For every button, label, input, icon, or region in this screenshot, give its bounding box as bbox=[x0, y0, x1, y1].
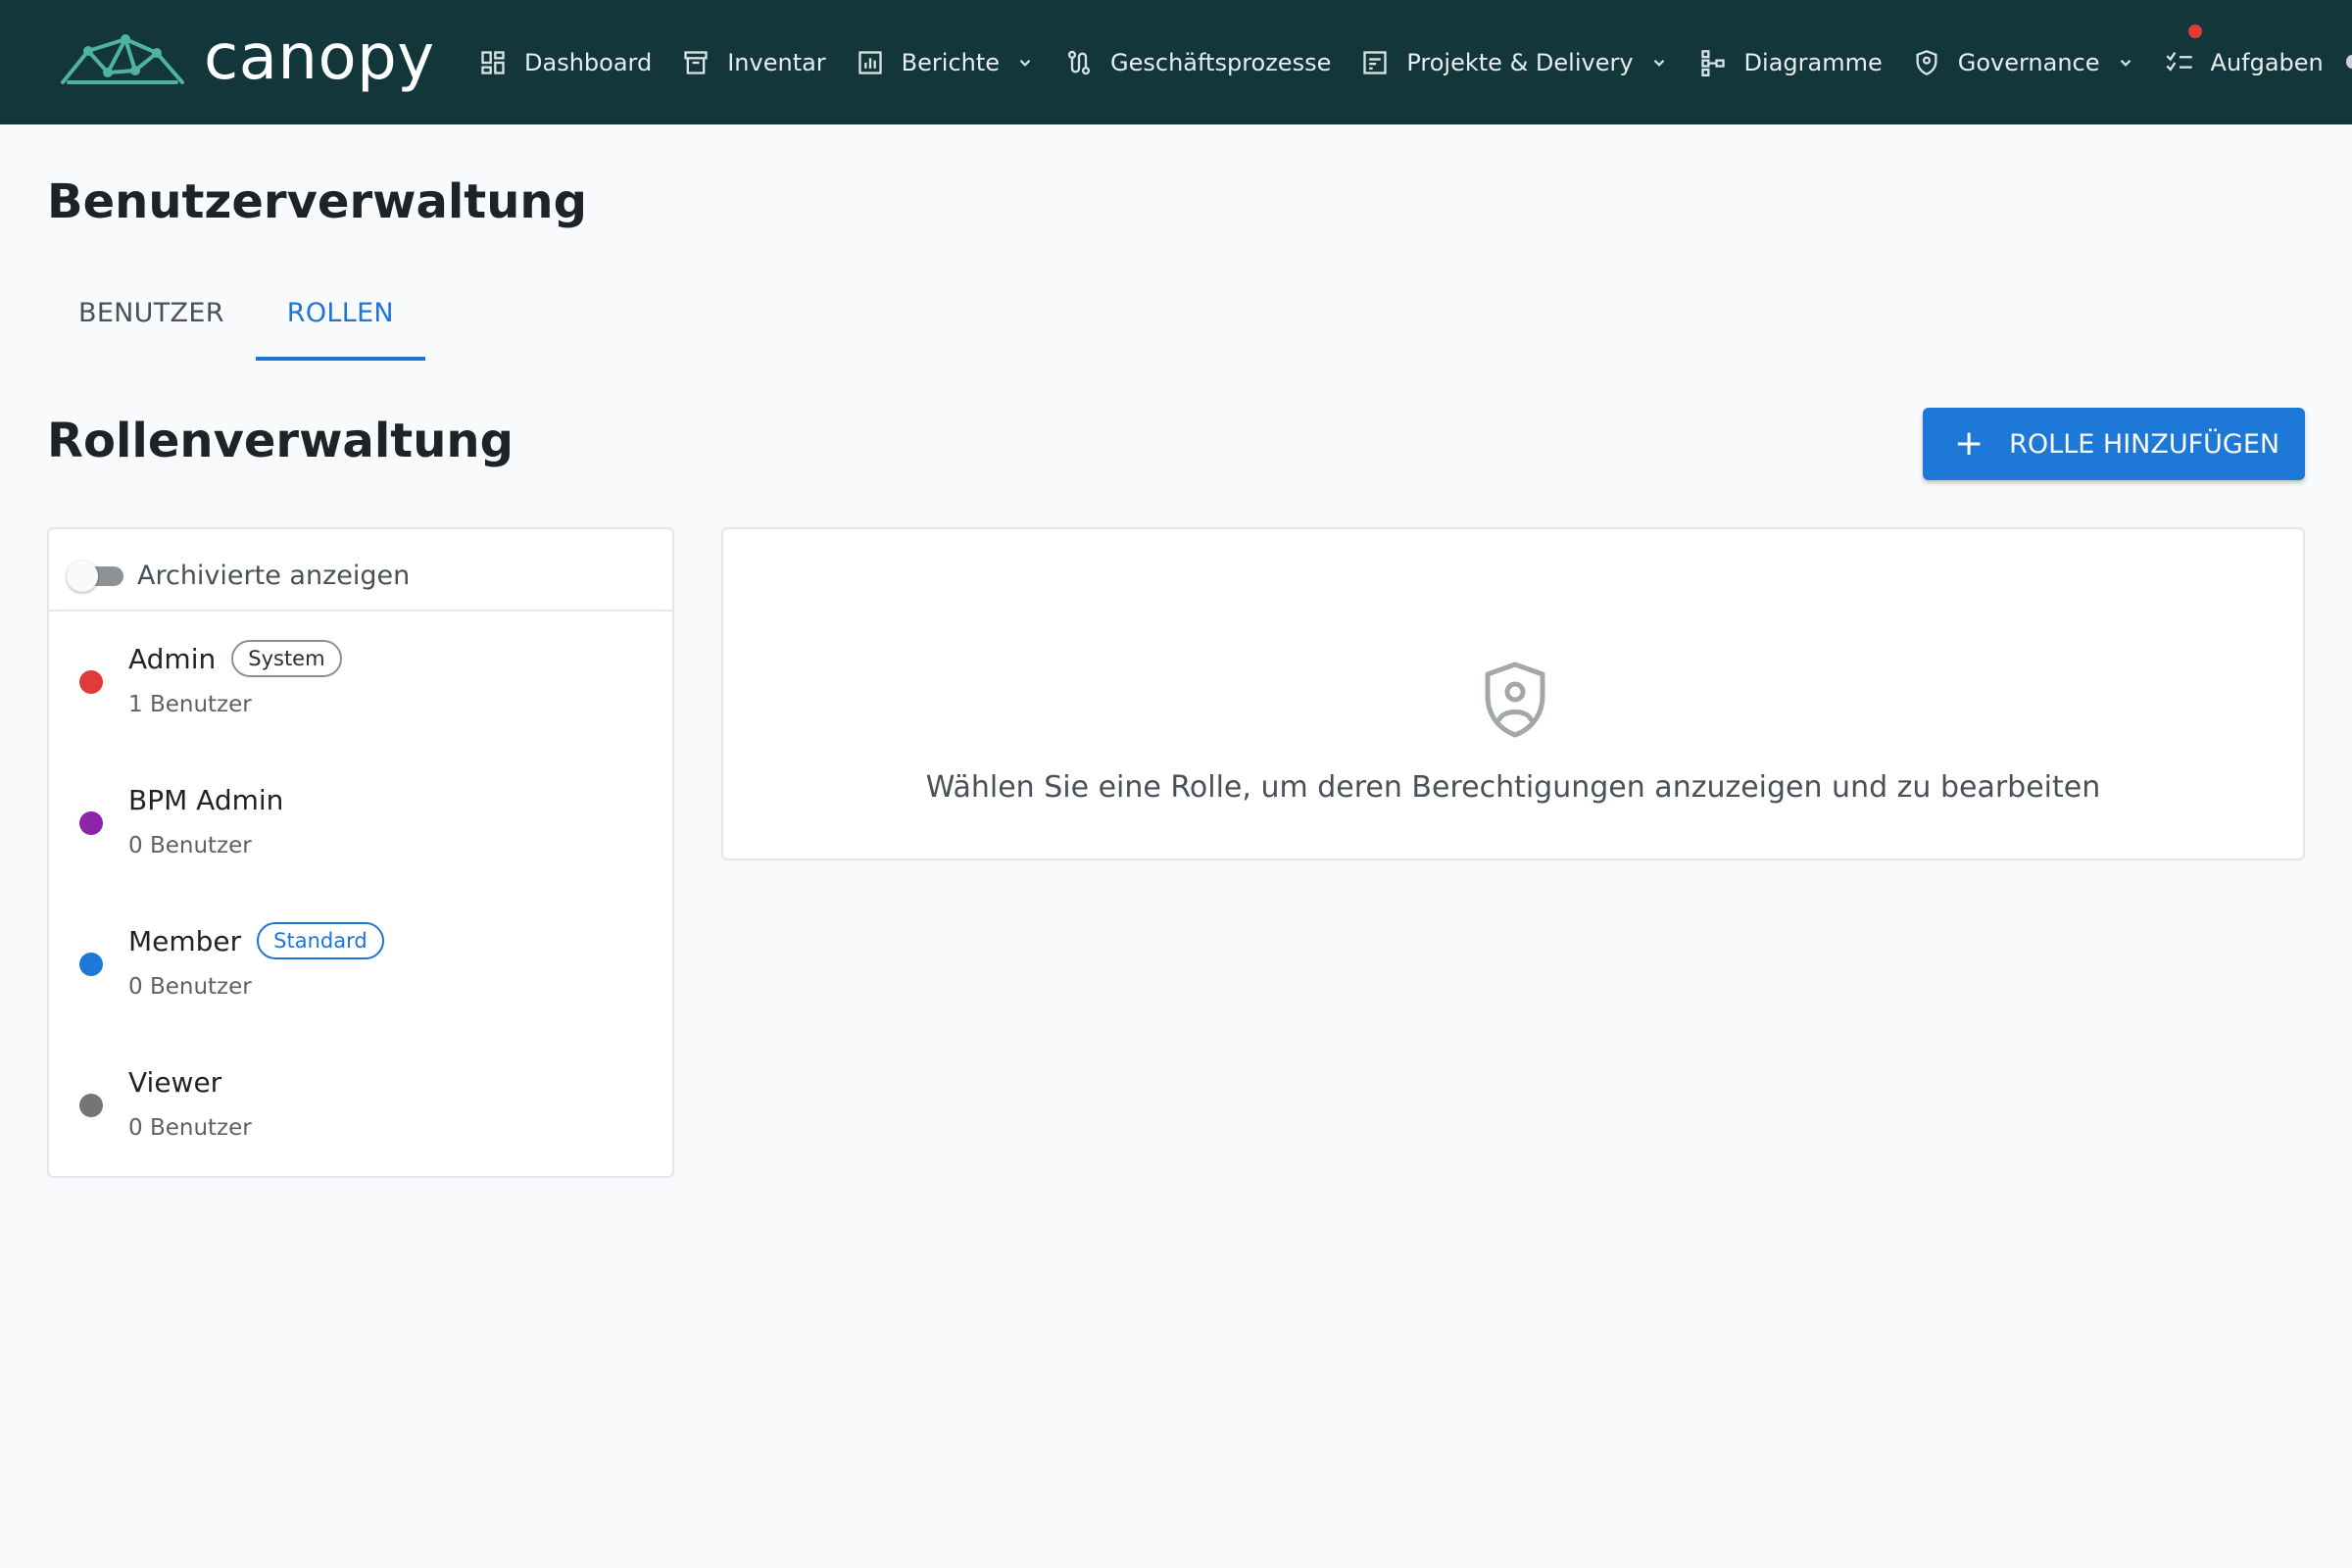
role-user-count: 0 Benutzer bbox=[128, 1115, 252, 1141]
role-name-row: Admin System bbox=[128, 639, 342, 678]
checklist-icon bbox=[2165, 24, 2202, 77]
shield-user-icon bbox=[1485, 662, 1545, 738]
show-archived-toggle[interactable] bbox=[67, 561, 123, 592]
nav-label: Projekte & Delivery bbox=[1406, 48, 1634, 76]
role-color-dot bbox=[79, 1094, 103, 1117]
nav-item-diagramme[interactable]: Diagramme bbox=[1698, 48, 1883, 77]
standard-badge: Standard bbox=[257, 922, 384, 959]
role-name-row: Member Standard bbox=[128, 921, 384, 960]
role-detail-panel: Wählen Sie eine Rolle, um deren Berechti… bbox=[721, 527, 2305, 860]
nav-item-aufgaben[interactable]: Aufgaben bbox=[2165, 24, 2324, 77]
nav-item-dashboard[interactable]: Dashboard bbox=[478, 48, 652, 77]
hierarchy-icon bbox=[1698, 48, 1728, 77]
canopy-logo-icon bbox=[61, 34, 184, 84]
role-name: BPM Admin bbox=[128, 783, 284, 816]
nav-label: Aufgaben bbox=[2210, 48, 2324, 76]
show-archived-row: Archivierte anzeigen bbox=[49, 529, 672, 612]
tab-rollen[interactable]: ROLLEN bbox=[255, 274, 425, 361]
role-color-dot bbox=[79, 811, 103, 835]
chevron-down-icon bbox=[1649, 53, 1669, 73]
chevron-down-icon bbox=[1015, 53, 1035, 73]
nav-overflow-icon[interactable] bbox=[2346, 55, 2352, 69]
system-badge: System bbox=[231, 640, 342, 677]
role-color-dot bbox=[79, 953, 103, 976]
main-navigation: Dashboard Inventar Berichte Geschäftspro… bbox=[478, 0, 2352, 124]
role-item-viewer[interactable]: Viewer 0 Benutzer bbox=[49, 1035, 672, 1176]
bar-chart-icon bbox=[856, 48, 885, 77]
empty-state-message: Wählen Sie eine Rolle, um deren Berechti… bbox=[925, 770, 2101, 805]
nav-label: Geschäftsprozesse bbox=[1110, 48, 1332, 76]
role-item-member[interactable]: Member Standard 0 Benutzer bbox=[49, 894, 672, 1035]
tab-benutzer[interactable]: BENUTZER bbox=[47, 274, 256, 361]
page-title: Benutzerverwaltung bbox=[47, 174, 587, 229]
plus-icon: + bbox=[1954, 423, 1984, 464]
role-name: Member bbox=[128, 924, 242, 957]
show-archived-label: Archivierte anzeigen bbox=[137, 560, 411, 591]
nav-label: Diagramme bbox=[1743, 48, 1883, 76]
role-name: Viewer bbox=[128, 1065, 222, 1099]
nav-label: Dashboard bbox=[524, 48, 653, 76]
add-role-button-label: ROLLE HINZUFÜGEN bbox=[2009, 428, 2280, 460]
roles-list-card: Archivierte anzeigen Admin System 1 Benu… bbox=[47, 527, 674, 1178]
shield-icon bbox=[1912, 48, 1941, 77]
tab-bar: BENUTZER ROLLEN bbox=[47, 274, 425, 361]
nav-label: Inventar bbox=[727, 48, 826, 76]
notification-dot bbox=[2187, 24, 2202, 38]
nav-item-inventar[interactable]: Inventar bbox=[681, 48, 826, 77]
section-title: Rollenverwaltung bbox=[47, 414, 514, 468]
top-navigation-bar: canopy Dashboard Inventar Berichte Gesch… bbox=[0, 0, 2352, 124]
role-user-count: 0 Benutzer bbox=[128, 974, 252, 1000]
dashboard-icon bbox=[478, 48, 508, 77]
task-board-icon bbox=[1360, 48, 1390, 77]
role-name: Admin bbox=[128, 642, 217, 675]
nav-item-geschaeftsprozesse[interactable]: Geschäftsprozesse bbox=[1064, 48, 1331, 77]
chevron-down-icon bbox=[2116, 53, 2135, 73]
role-user-count: 1 Benutzer bbox=[128, 692, 252, 717]
brand-name: canopy bbox=[204, 22, 435, 94]
route-icon bbox=[1064, 48, 1094, 77]
role-user-count: 0 Benutzer bbox=[128, 833, 252, 858]
nav-item-projekte-delivery[interactable]: Projekte & Delivery bbox=[1360, 48, 1668, 77]
archive-box-icon bbox=[681, 48, 710, 77]
nav-label: Governance bbox=[1957, 48, 2100, 76]
nav-item-berichte[interactable]: Berichte bbox=[856, 48, 1035, 77]
toggle-knob bbox=[67, 561, 98, 592]
nav-label: Berichte bbox=[901, 48, 1001, 76]
role-item-bpm-admin[interactable]: BPM Admin 0 Benutzer bbox=[49, 753, 672, 894]
nav-item-governance[interactable]: Governance bbox=[1912, 48, 2135, 77]
add-role-button[interactable]: + ROLLE HINZUFÜGEN bbox=[1923, 408, 2305, 480]
role-item-admin[interactable]: Admin System 1 Benutzer bbox=[49, 612, 672, 753]
role-color-dot bbox=[79, 670, 103, 694]
brand-logo[interactable]: canopy bbox=[59, 22, 435, 96]
role-name-row: Viewer bbox=[128, 1062, 221, 1102]
role-name-row: BPM Admin bbox=[128, 780, 283, 819]
